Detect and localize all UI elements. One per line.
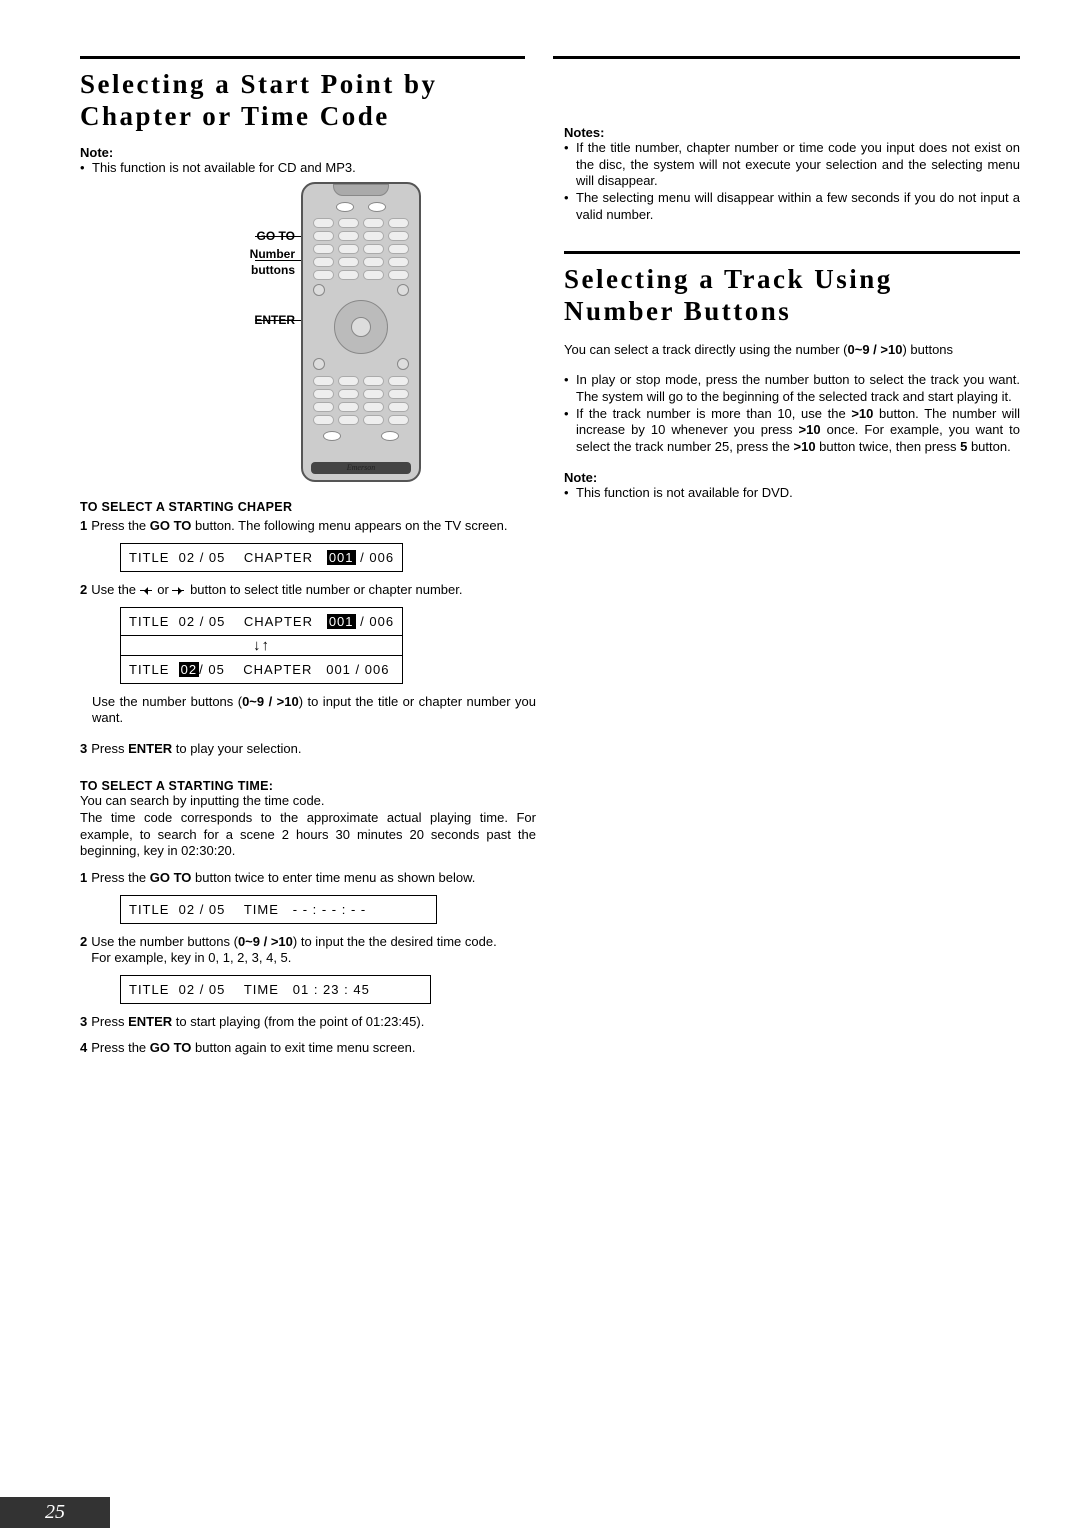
remote-dpad [334,300,388,354]
remote-callouts: GO TO Number buttons ENTER [195,182,295,482]
remote-brand: Emerson [311,462,411,474]
notes-item-2: The selecting menu will disappear within… [564,190,1020,223]
note-label: Note: [80,145,536,160]
notes-list: If the title number, chapter number or t… [564,140,1020,223]
remote-bottom-grid [311,376,411,425]
remote-emitter [333,184,389,196]
step-text: Use the or button to select title number… [91,582,536,599]
top-rules [80,56,1020,59]
rule-left [80,56,525,59]
step-num: 2 [80,582,87,599]
osd-box: TITLE 02 / 05 CHAPTER 001 / 006 [120,543,403,572]
right-arrow-icon [172,587,186,594]
callout-buttons: buttons [251,264,295,278]
osd-time-2: TITLE 02 / 05 TIME 01 : 23 : 45 [120,975,536,1004]
osd-time-1: TITLE 02 / 05 TIME - - : - - : - - [120,895,536,924]
note-item-right: This function is not available for DVD. [564,485,1020,502]
remote-button [368,202,386,212]
time-paragraph-1: You can search by inputting the time cod… [80,793,536,810]
step-2: 2 Use the or button to select title numb… [80,582,536,599]
step-2-note: Use the number buttons (0~9 / >10) to in… [92,694,536,727]
notes-item-1: If the title number, chapter number or t… [564,140,1020,190]
osd-arrows: ↓↑ [121,636,402,656]
time-paragraph-2: The time code corresponds to the approxi… [80,810,536,860]
step-text: Press ENTER to play your selection. [91,741,536,758]
remote-illustration: GO TO Number buttons ENTER [80,182,536,482]
remote-below-dpad [313,358,409,370]
remote-foot-row [303,431,419,441]
step-text: Press the GO TO button twice to enter ti… [91,870,536,887]
time-step-1: 1 Press the GO TO button twice to enter … [80,870,536,887]
spacer [564,69,1020,125]
bullet-1: In play or stop mode, press the number b… [564,372,1020,405]
remote-top-row [303,202,419,212]
heading-right: Selecting a Track Using Number Buttons [564,264,1020,328]
step-text: Press ENTER to start playing (from the p… [91,1014,536,1031]
time-step-4: 4 Press the GO TO button again to exit t… [80,1040,536,1057]
note-item: This function is not available for CD an… [80,160,536,177]
section-rule [564,251,1020,254]
heading-right-line2: Number Buttons [564,296,791,326]
remote-button [336,202,354,212]
step-num: 3 [80,741,87,758]
remote-mid-row [313,284,409,296]
left-arrow-icon [140,587,154,594]
osd-2: TITLE 02 / 05 CHAPTER 001 / 006 ↓↑ TITLE… [120,607,536,684]
step-num: 4 [80,1040,87,1057]
osd-box: TITLE 02 / 05 TIME - - : - - : - - [120,895,437,924]
step-num: 1 [80,870,87,887]
step-num: 2 [80,934,87,967]
heading-left: Selecting a Start Point by Chapter or Ti… [80,69,536,133]
time-step-3: 3 Press ENTER to start playing (from the… [80,1014,536,1031]
note-list-right: This function is not available for DVD. [564,485,1020,502]
notes-label: Notes: [564,125,1020,140]
osd-1: TITLE 02 / 05 CHAPTER 001 / 006 [120,543,536,572]
step-1: 1 Press the GO TO button. The following … [80,518,536,535]
intro-paragraph: You can select a track directly using th… [564,342,1020,359]
left-column: Selecting a Start Point by Chapter or Ti… [80,69,536,1057]
step-3: 3 Press ENTER to play your selection. [80,741,536,758]
step-num: 3 [80,1014,87,1031]
subhead-chapter: TO SELECT A STARTING CHAPER [80,500,536,514]
remote-control: Emerson [301,182,421,482]
note-label-right: Note: [564,470,1020,485]
bullet-list: In play or stop mode, press the number b… [564,372,1020,455]
step-num: 1 [80,518,87,535]
note-list: This function is not available for CD an… [80,160,536,177]
heading-right-line1: Selecting a Track Using [564,264,893,294]
columns: Selecting a Start Point by Chapter or Ti… [80,69,1020,1057]
bullet-2: If the track number is more than 10, use… [564,406,1020,456]
osd-box: TITLE 02 / 05 TIME 01 : 23 : 45 [120,975,431,1004]
subhead-time: TO SELECT A STARTING TIME: [80,779,536,793]
heading-left-line1: Selecting a Start Point by [80,69,437,99]
time-step-2: 2 Use the number buttons (0~9 / >10) to … [80,934,536,967]
rule-right [553,56,1020,59]
step-text: Use the number buttons (0~9 / >10) to in… [91,934,536,967]
page-number: 25 [0,1497,110,1528]
step-text: Press the GO TO button. The following me… [91,518,536,535]
osd-row-bottom: TITLE 02/ 05 CHAPTER 001 / 006 [121,656,402,683]
osd-row-top: TITLE 02 / 05 CHAPTER 001 / 006 [121,608,402,636]
remote-number-grid [311,218,411,280]
step-text: Press the GO TO button again to exit tim… [91,1040,536,1057]
heading-left-line2: Chapter or Time Code [80,101,390,131]
osd-stack: TITLE 02 / 05 CHAPTER 001 / 006 ↓↑ TITLE… [120,607,403,684]
right-column: Notes: If the title number, chapter numb… [564,69,1020,1057]
